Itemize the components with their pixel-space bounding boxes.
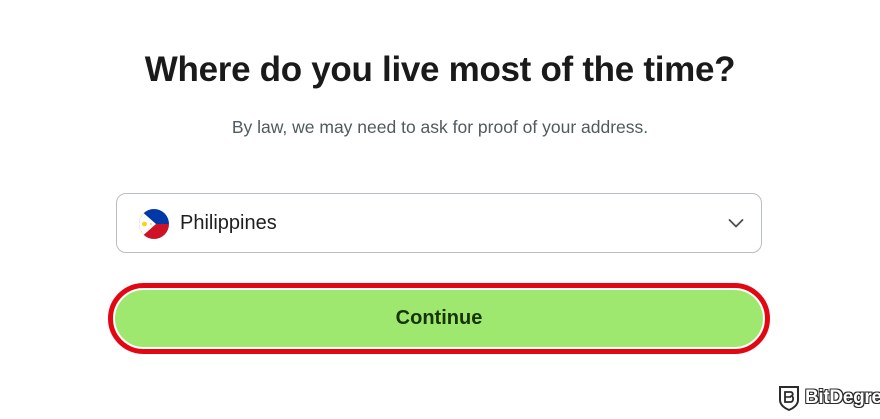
page-title: Where do you live most of the time? bbox=[144, 50, 736, 89]
selected-country: Philippines bbox=[180, 212, 277, 234]
continue-button-highlight: Continue bbox=[108, 283, 770, 354]
philippines-flag-icon bbox=[139, 209, 169, 239]
chevron-down-icon bbox=[728, 219, 744, 228]
page-subtitle: By law, we may need to ask for proof of … bbox=[231, 117, 649, 137]
country-select[interactable]: Philippines bbox=[116, 193, 762, 253]
bitdegree-logo bbox=[779, 386, 799, 411]
watermark: BitDegree bbox=[778, 384, 880, 412]
continue-button[interactable]: Continue bbox=[115, 290, 763, 347]
residence-page: Where do you live most of the time? By l… bbox=[0, 0, 880, 419]
watermark-text: BitDegree bbox=[804, 386, 880, 408]
